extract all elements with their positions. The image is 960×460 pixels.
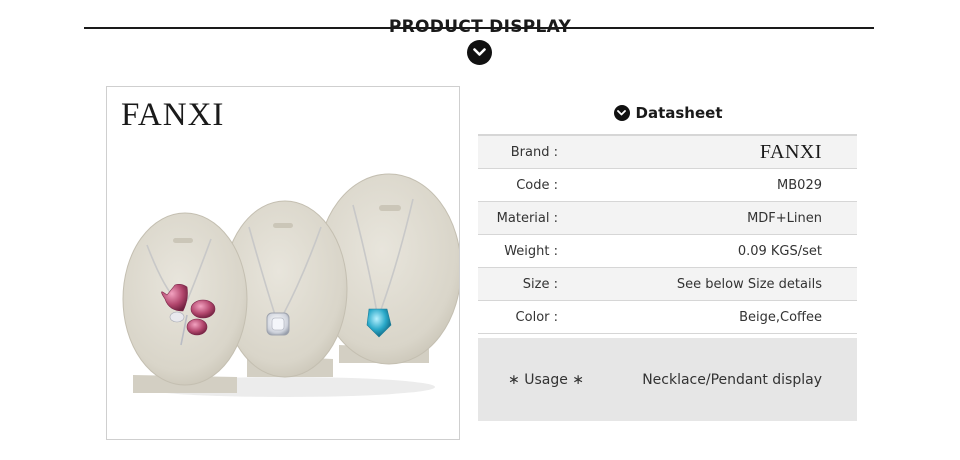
row-value: MDF+Linen [747, 210, 822, 226]
datasheet-row-color: Color : Beige,Coffee [478, 301, 857, 334]
row-value: 0.09 KGS/set [737, 243, 822, 259]
necklace-display-illustration [122, 173, 459, 397]
row-value: FANXI [759, 140, 822, 163]
row-label: Size : [522, 276, 558, 292]
left-stand [122, 212, 248, 393]
row-label: Color : [515, 309, 558, 325]
datasheet-row-weight: Weight : 0.09 KGS/set [478, 235, 857, 268]
section-title-text: PRODUCT DISPLAY [388, 17, 572, 37]
datasheet-row-usage: ∗ Usage ∗ Necklace/Pendant display [478, 338, 857, 421]
datasheet-row-code: Code : MB029 [478, 169, 857, 202]
row-label: Brand : [510, 144, 558, 160]
row-label: Code : [516, 177, 558, 193]
row-value: MB029 [777, 177, 822, 193]
chevron-down-icon[interactable] [467, 40, 492, 65]
datasheet-title-text: Datasheet [635, 104, 723, 122]
product-photo: FANXI [106, 86, 460, 440]
section-title: PRODUCT DISPLAY [0, 17, 960, 37]
datasheet-title: Datasheet [478, 104, 858, 122]
brand-logo: FANXI [121, 97, 225, 133]
datasheet-row-brand: Brand : FANXI [478, 136, 857, 169]
row-value: See below Size details [676, 276, 822, 292]
row-value: Beige,Coffee [739, 309, 822, 325]
row-label: Material : [496, 210, 558, 226]
datasheet-row-size: Size : See below Size details [478, 268, 857, 301]
datasheet-row-material: Material : MDF+Linen [478, 202, 857, 235]
chevron-down-icon [613, 105, 630, 121]
usage-value: Necklace/Pendant display [642, 371, 822, 388]
datasheet-table: Brand : FANXI Code : MB029 Material : MD… [478, 134, 857, 421]
usage-label: ∗ Usage ∗ [508, 371, 584, 388]
row-label: Weight : [504, 243, 558, 259]
